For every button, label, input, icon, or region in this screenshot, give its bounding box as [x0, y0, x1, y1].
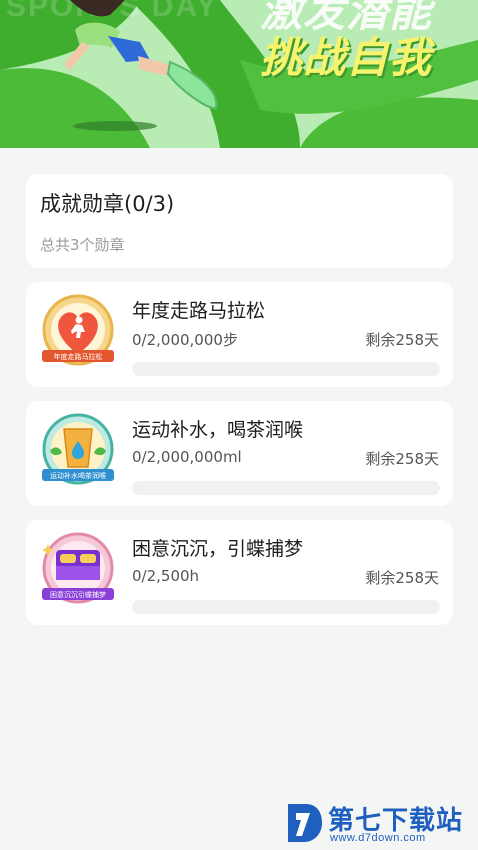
medal-remaining-days: 剩余258天 — [365, 569, 439, 587]
medal-badge-ribbon-text: 运动补水喝茶润喉 — [50, 471, 106, 480]
runner-illustration — [64, 0, 218, 131]
medal-badge-walking-icon: 年度走路马拉松 — [42, 294, 114, 366]
d7-logo-icon — [288, 804, 322, 842]
achievement-summary-card: 成就勋章(0/3) 总共3个勋章 — [26, 174, 453, 268]
banner-slogan-line2: 挑战自我 — [259, 33, 432, 82]
medal-name: 运动补水，喝茶润喉 — [132, 419, 304, 441]
medal-progress-text: 0/2,000,000步 — [132, 331, 238, 349]
achievement-count-title: 成就勋章(0/3) — [40, 192, 175, 216]
medal-progress-bar — [132, 362, 440, 376]
hero-banner: SPORTS DAY 激发潜能 挑战自我 — [0, 0, 478, 148]
medal-card-walking-marathon[interactable]: 年度走路马拉松 年度走路马拉松 0/2,000,000步 剩余258天 — [26, 282, 453, 387]
medal-badge-bed-icon: 困意沉沉引蝶捕梦 — [42, 532, 114, 604]
medal-card-hydration[interactable]: 运动补水喝茶润喉 运动补水，喝茶润喉 0/2,000,000ml 剩余258天 — [26, 401, 453, 506]
medal-name: 困意沉沉，引蝶捕梦 — [132, 538, 304, 560]
achievement-total-subtitle: 总共3个勋章 — [40, 236, 125, 254]
medal-badge-ribbon-text: 年度走路马拉松 — [54, 352, 103, 361]
medal-progress-text: 0/2,000,000ml — [132, 448, 242, 466]
site-watermark: 第七下载站 www.d7down.com — [284, 798, 474, 850]
medal-progress-text: 0/2,500h — [132, 567, 200, 585]
medal-name: 年度走路马拉松 — [132, 300, 266, 322]
medal-remaining-days: 剩余258天 — [365, 450, 439, 468]
medal-remaining-days: 剩余258天 — [365, 331, 439, 349]
watermark-url: www.d7down.com — [330, 832, 426, 844]
medal-card-sleep[interactable]: 困意沉沉引蝶捕梦 困意沉沉，引蝶捕梦 0/2,500h 剩余258天 — [26, 520, 453, 625]
medal-progress-bar — [132, 481, 440, 495]
medal-progress-bar — [132, 600, 440, 614]
medal-badge-ribbon-text: 困意沉沉引蝶捕梦 — [50, 590, 106, 599]
medal-badge-tea-cup-icon: 运动补水喝茶润喉 — [42, 413, 114, 485]
